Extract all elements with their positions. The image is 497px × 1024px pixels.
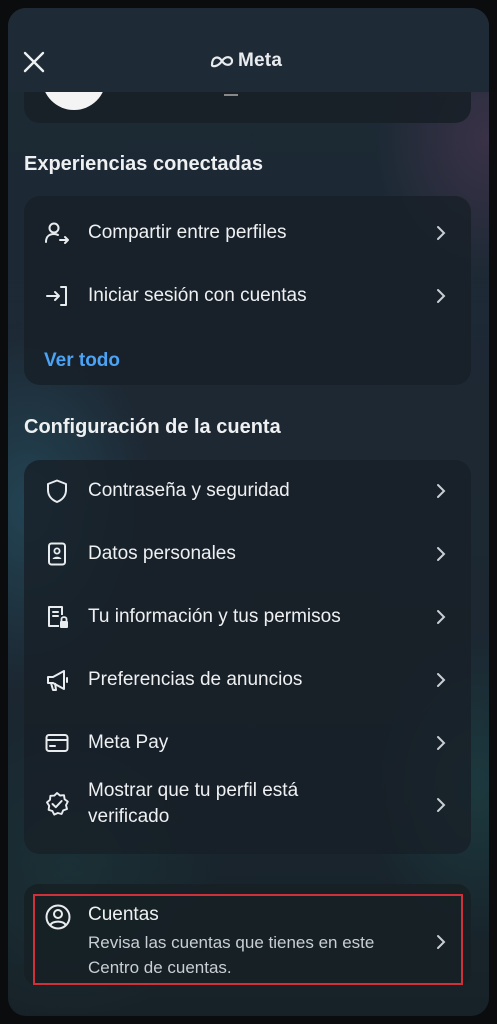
row-password-security[interactable]: Contraseña y seguridad: [24, 460, 471, 522]
row-label: Iniciar sesión con cuentas: [88, 285, 307, 306]
meta-logo: Meta: [210, 49, 282, 73]
chevron-right-icon: [437, 547, 446, 561]
document-lock-icon: [48, 606, 68, 628]
chevron-right-icon: [437, 798, 446, 812]
card-icon: [45, 734, 69, 752]
row-label-line2: verificado: [88, 806, 170, 827]
chevron-right-icon: [437, 610, 446, 624]
row-login-accounts[interactable]: Iniciar sesión con cuentas: [24, 265, 471, 327]
row-personal-data[interactable]: Datos personales: [24, 523, 471, 585]
row-label: Compartir entre perfiles: [88, 222, 287, 243]
login-icon: [46, 286, 67, 306]
row-label: Datos personales: [88, 543, 236, 564]
chevron-right-icon: [437, 226, 446, 240]
accounts-center-sheet: Meta Experiencias conectadas Compartir e…: [8, 8, 489, 1016]
megaphone-icon: [47, 670, 68, 691]
brand-name: Meta: [238, 50, 283, 71]
connected-card: Compartir entre perfiles Iniciar sesión …: [24, 196, 471, 385]
close-icon[interactable]: [20, 48, 48, 76]
meta-infinity-icon: [210, 56, 234, 68]
chevron-right-icon: [437, 484, 446, 498]
selection-highlight: [33, 894, 463, 985]
chevron-right-icon: [437, 736, 446, 750]
id-card-icon: [48, 542, 66, 566]
row-label: Contraseña y seguridad: [88, 480, 290, 501]
row-info-permissions[interactable]: Tu información y tus permisos: [24, 586, 471, 648]
chevron-right-icon: [437, 673, 446, 687]
chevron-right-icon: [437, 289, 446, 303]
row-verified-profile[interactable]: Mostrar que tu perfil está verificado: [24, 778, 471, 852]
verified-badge-icon: [46, 792, 69, 816]
row-meta-pay[interactable]: Meta Pay: [24, 712, 471, 774]
see-all-link[interactable]: Ver todo: [44, 350, 120, 372]
row-label: Mostrar que tu perfil está: [88, 780, 299, 801]
section-title-connected: Experiencias conectadas: [24, 153, 264, 175]
header-bar: Meta: [8, 8, 489, 92]
share-profiles-icon: [45, 222, 69, 244]
row-label: Meta Pay: [88, 732, 169, 753]
row-label: Preferencias de anuncios: [88, 669, 303, 690]
account-settings-card: Contraseña y seguridad Datos personales: [24, 460, 471, 854]
section-title-account-settings: Configuración de la cuenta: [24, 416, 281, 438]
shield-icon: [47, 479, 67, 503]
row-share-profiles[interactable]: Compartir entre perfiles: [24, 202, 471, 264]
row-ad-preferences[interactable]: Preferencias de anuncios: [24, 649, 471, 711]
row-label: Tu información y tus permisos: [88, 606, 341, 627]
